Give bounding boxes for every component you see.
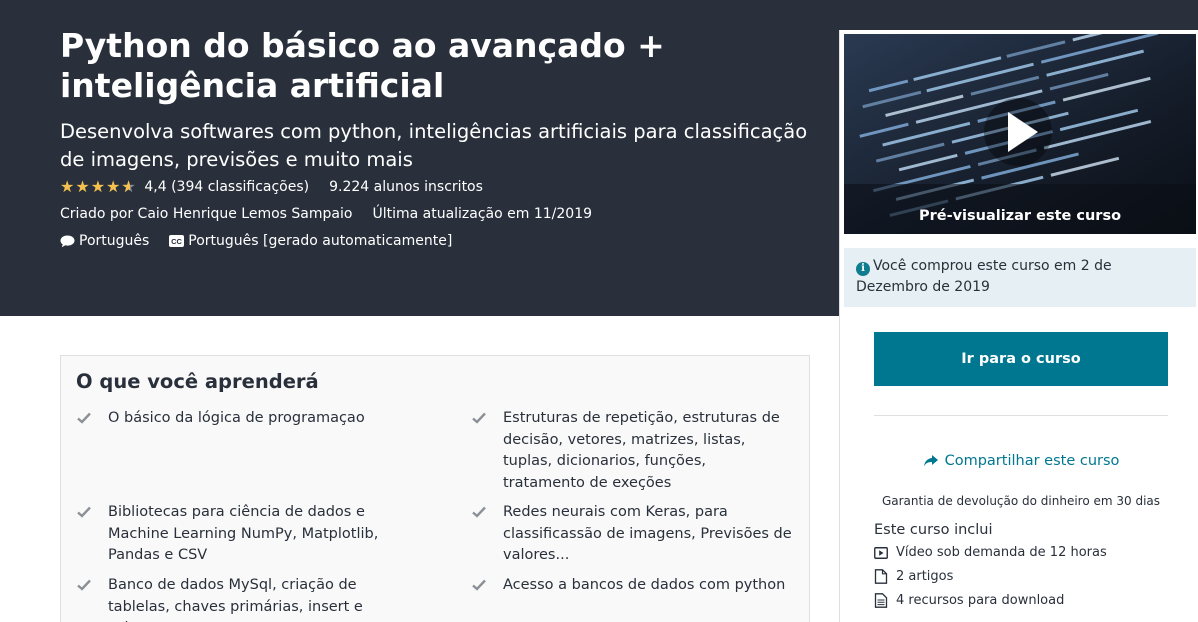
check-icon (77, 575, 108, 622)
learn-item-text: Banco de dados MySql, criação de tablela… (108, 577, 363, 622)
rating-count[interactable]: (394 classificações) (171, 178, 309, 196)
share-course-link[interactable]: Compartilhar este curso (874, 453, 1168, 469)
learn-item-text: Redes neurais com Keras, para classifica… (503, 504, 792, 563)
go-to-course-button[interactable]: Ir para o curso (874, 332, 1168, 386)
purchase-notice: i Você comprou este curso em 2 de Dezembr… (844, 248, 1196, 307)
created-by[interactable]: Criado por Caio Henrique Lemos Sampaio (60, 205, 352, 223)
course-sidebar: Pré-visualizar este curso i Você comprou … (839, 30, 1198, 622)
video-icon (874, 546, 888, 559)
rating-value: 4,4 (144, 179, 167, 195)
share-label[interactable]: Compartilhar este curso (945, 453, 1120, 469)
learn-section-title: O que você aprenderá (76, 370, 319, 393)
learn-item: Estruturas de repetição, estruturas de d… (472, 408, 792, 494)
include-item: 2 artigos (874, 569, 953, 584)
download-file-icon (874, 593, 888, 608)
star-icon: ★ (106, 177, 121, 196)
rating-row: ★ ★ ★ ★ ★ ★ 4,4 (394 classificações) 9.2… (60, 178, 483, 196)
learn-item: Acesso a bancos de dados com python (472, 575, 792, 599)
check-icon (472, 502, 503, 567)
course-captions: Português [gerado automaticamente] (188, 233, 453, 249)
course-language: Português (79, 233, 150, 249)
check-icon (77, 502, 108, 567)
check-icon (77, 408, 108, 432)
learn-item-text: Acesso a bancos de dados com python (503, 577, 786, 593)
preview-label: Pré-visualizar este curso (918, 208, 1122, 224)
course-title: Python do básico ao avançado + inteligên… (60, 26, 665, 105)
play-icon[interactable] (982, 96, 1054, 168)
star-icon: ★ (90, 177, 106, 196)
learn-item: Bibliotecas para ciência de dados e Mach… (77, 502, 407, 567)
star-icon: ★ (60, 177, 75, 196)
author-row: Criado por Caio Henrique Lemos Sampaio Ú… (60, 205, 592, 223)
course-subtitle: Desenvolva softwares com python, intelig… (60, 120, 808, 171)
purchase-notice-text: Você comprou este curso em 2 de Dezembro… (856, 258, 1112, 295)
students-enrolled: 9.224 alunos inscritos (329, 179, 483, 195)
include-item-label: 4 recursos para download (896, 593, 1065, 608)
half-star-icon: ★ ★ (121, 177, 136, 196)
include-item-label: 2 artigos (896, 569, 954, 584)
money-back-guarantee: Garantia de devolução do dinheiro em 30 … (881, 494, 1161, 508)
check-icon (472, 575, 503, 599)
include-item-label: Vídeo sob demanda de 12 horas (896, 545, 1107, 560)
file-icon (874, 569, 888, 584)
share-arrow-icon (923, 455, 938, 467)
divider (874, 415, 1168, 416)
learn-item: Banco de dados MySql, criação de tablela… (77, 575, 407, 622)
learn-item: O básico da lógica de programaçao (77, 408, 407, 432)
last-update: Última atualização em 11/2019 (372, 206, 593, 222)
course-preview-video[interactable]: Pré-visualizar este curso (844, 34, 1196, 234)
check-icon (472, 408, 503, 494)
info-icon: i (856, 262, 870, 276)
language-row: Português CC Português [gerado automatic… (60, 232, 452, 250)
what-you-will-learn: O que você aprenderá O básico da lógica … (60, 355, 810, 622)
rating-stars: ★ ★ ★ ★ ★ ★ (60, 179, 136, 195)
svg-text:CC: CC (171, 237, 182, 246)
learn-item-text: Estruturas de repetição, estruturas de d… (503, 410, 780, 491)
learn-item-text: Bibliotecas para ciência de dados e Mach… (108, 504, 379, 563)
speech-bubble-icon (60, 235, 75, 248)
star-icon: ★ (75, 177, 90, 196)
includes-title: Este curso inclui (874, 522, 993, 538)
closed-captions-icon: CC (169, 235, 185, 247)
include-item: 4 recursos para download (874, 593, 1064, 608)
learn-item: Redes neurais com Keras, para classifica… (472, 502, 792, 567)
learn-item-text: O básico da lógica de programaçao (108, 410, 365, 426)
include-item: Vídeo sob demanda de 12 horas (874, 545, 1107, 560)
